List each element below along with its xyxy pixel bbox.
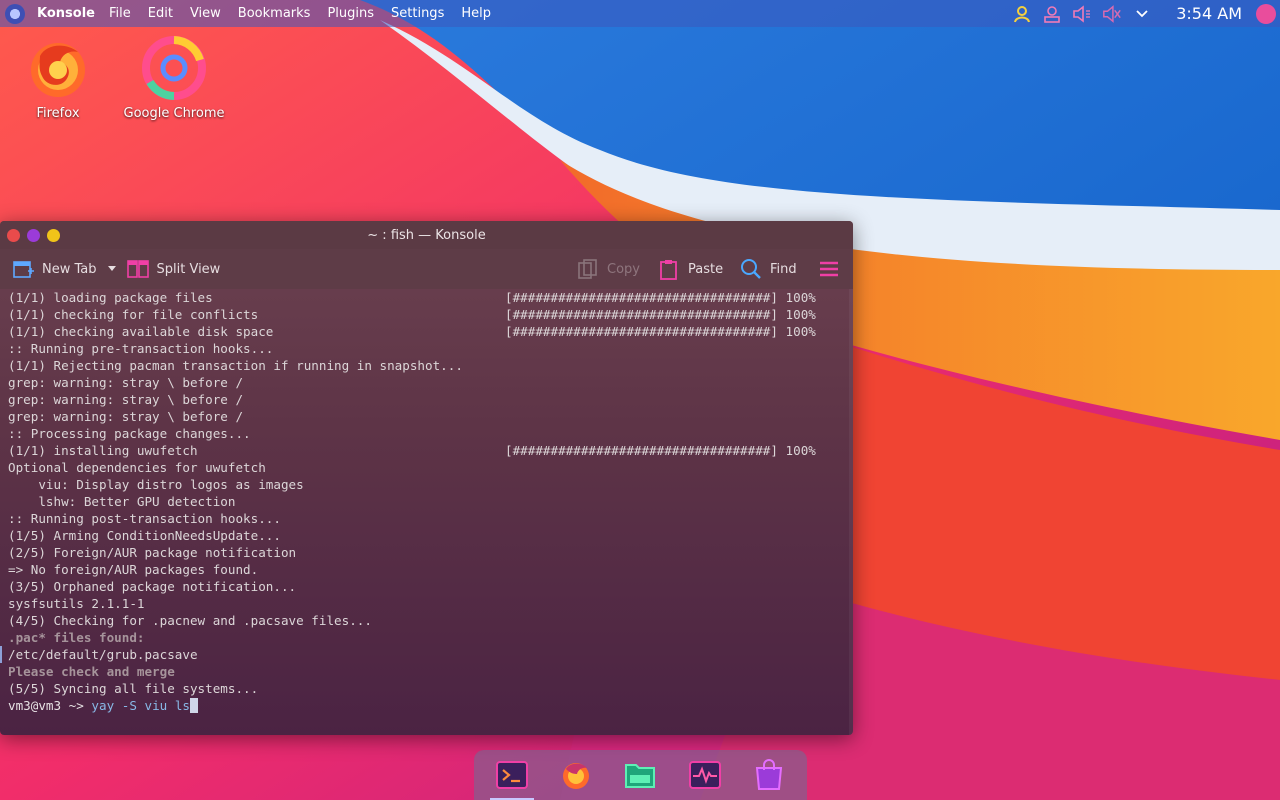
system-tray: 3:54 AM (1002, 0, 1280, 27)
active-app-name: Konsole (37, 6, 95, 21)
files-icon (625, 764, 656, 788)
konsole-window: ~ : fish — Konsole New Tab Split View Co… (0, 221, 853, 735)
new-tab-dropdown-icon[interactable] (107, 262, 117, 277)
split-view-label: Split View (156, 261, 221, 277)
find-label: Find (770, 261, 797, 277)
terminal-line: /etc/default/grub.pacsave (0, 646, 850, 663)
close-button[interactable] (7, 228, 20, 242)
shell-prompt: vm3@vm3 ~> (8, 698, 84, 713)
copy-button[interactable]: Copy (577, 255, 640, 283)
terminal-line: grep: warning: stray \ before / (8, 409, 244, 424)
firefox-icon (26, 36, 90, 100)
terminal-line: viu: Display distro logos as images (8, 477, 304, 492)
terminal-prompt-line[interactable]: vm3@vm3 ~> yay -S viu ls (0, 697, 850, 714)
firefox-icon (563, 763, 590, 789)
konsole-toolbar: New Tab Split View Copy Paste Find (0, 249, 853, 289)
text-cursor (190, 698, 198, 713)
dock (474, 750, 807, 800)
terminal-line: (1/1) installing uwufetch [##############… (8, 443, 816, 458)
terminal-output[interactable]: (1/1) loading package files [############… (0, 289, 850, 735)
command-input[interactable]: yay -S viu ls (91, 698, 190, 713)
maximize-button[interactable] (47, 228, 60, 242)
minimize-button[interactable] (27, 228, 40, 242)
dock-item-konsole[interactable] (486, 750, 538, 800)
menu-edit[interactable]: Edit (148, 6, 173, 21)
terminal-line: (3/5) Orphaned package notification... (8, 579, 297, 594)
terminal-line: :: Running pre-transaction hooks... (8, 341, 274, 356)
chevron-down-icon[interactable] (1132, 4, 1152, 24)
dock-item-system-monitor[interactable] (679, 750, 731, 800)
terminal-line: (2/5) Foreign/AUR package notification (8, 545, 297, 560)
terminal-line: => No foreign/AUR packages found. (8, 562, 259, 577)
paste-button[interactable]: Paste (658, 255, 723, 283)
split-view-icon (126, 260, 149, 278)
terminal-line: :: Processing package changes... (8, 426, 251, 441)
terminal-icon (496, 761, 529, 789)
new-tab-icon (13, 261, 34, 278)
terminal-line: .pac* files found: (8, 630, 145, 645)
copy-label: Copy (607, 261, 640, 277)
store-icon (755, 759, 782, 790)
terminal-line: (4/5) Checking for .pacnew and .pacsave … (8, 613, 372, 628)
paste-label: Paste (688, 261, 724, 277)
window-title: ~ : fish — Konsole (367, 227, 486, 243)
hamburger-menu-icon[interactable] (818, 258, 840, 284)
desktop-icon-firefox[interactable]: Firefox (3, 36, 113, 121)
dock-item-files[interactable] (614, 750, 666, 800)
desktop-icon-label: Google Chrome (123, 106, 225, 121)
search-icon (741, 259, 761, 279)
menu-settings[interactable]: Settings (391, 6, 444, 21)
dock-item-discover[interactable] (743, 750, 795, 800)
terminal-line: Please check and merge (8, 664, 175, 679)
new-tab-label: New Tab (42, 261, 97, 277)
terminal-line: (1/1) loading package files [############… (8, 290, 816, 305)
paste-icon (660, 260, 677, 280)
terminal-line: lshw: Better GPU detection (8, 494, 236, 509)
account-icon[interactable] (1042, 4, 1062, 24)
clock[interactable]: 3:54 AM (1176, 4, 1242, 23)
terminal-line: (1/1) checking for file conflicts [######… (8, 307, 816, 322)
find-button[interactable]: Find (740, 255, 797, 283)
terminal-line: grep: warning: stray \ before / (8, 392, 244, 407)
speaker-muted-icon[interactable] (1102, 4, 1122, 24)
top-panel: Konsole File Edit View Bookmarks Plugins… (0, 0, 1280, 27)
chrome-icon (142, 36, 206, 100)
user-icon[interactable] (1012, 4, 1032, 24)
terminal-line: (1/5) Arming ConditionNeedsUpdate... (8, 528, 281, 543)
split-view-button[interactable]: Split View (126, 255, 221, 283)
menu-help[interactable]: Help (461, 6, 491, 21)
system-monitor-icon (688, 761, 721, 789)
dock-item-firefox[interactable] (550, 750, 602, 800)
menu-bookmarks[interactable]: Bookmarks (238, 6, 311, 21)
application-launcher-icon[interactable] (5, 3, 25, 24)
terminal-line: Optional dependencies for uwufetch (8, 460, 266, 475)
window-titlebar[interactable]: ~ : fish — Konsole (0, 221, 853, 249)
volume-icon[interactable] (1072, 4, 1092, 24)
new-tab-button[interactable]: New Tab (12, 255, 97, 283)
terminal-line: grep: warning: stray \ before / (8, 375, 244, 390)
terminal-line: (1/1) checking available disk space [####… (8, 324, 816, 339)
copy-icon (578, 259, 597, 279)
desktop-icon-label: Firefox (36, 106, 80, 121)
desktop-icon-google-chrome[interactable]: Google Chrome (119, 36, 229, 121)
terminal-line: (5/5) Syncing all file systems... (8, 681, 259, 696)
menu-file[interactable]: File (109, 6, 131, 21)
terminal-line: :: Running post-transaction hooks... (8, 511, 281, 526)
terminal-line: (1/1) Rejecting pacman transaction if ru… (8, 358, 463, 373)
user-avatar-icon[interactable] (1256, 3, 1276, 24)
terminal-line: sysfsutils 2.1.1-1 (8, 596, 145, 611)
terminal-scrollbar[interactable] (849, 289, 853, 735)
menu-plugins[interactable]: Plugins (327, 6, 374, 21)
menu-view[interactable]: View (190, 6, 221, 21)
